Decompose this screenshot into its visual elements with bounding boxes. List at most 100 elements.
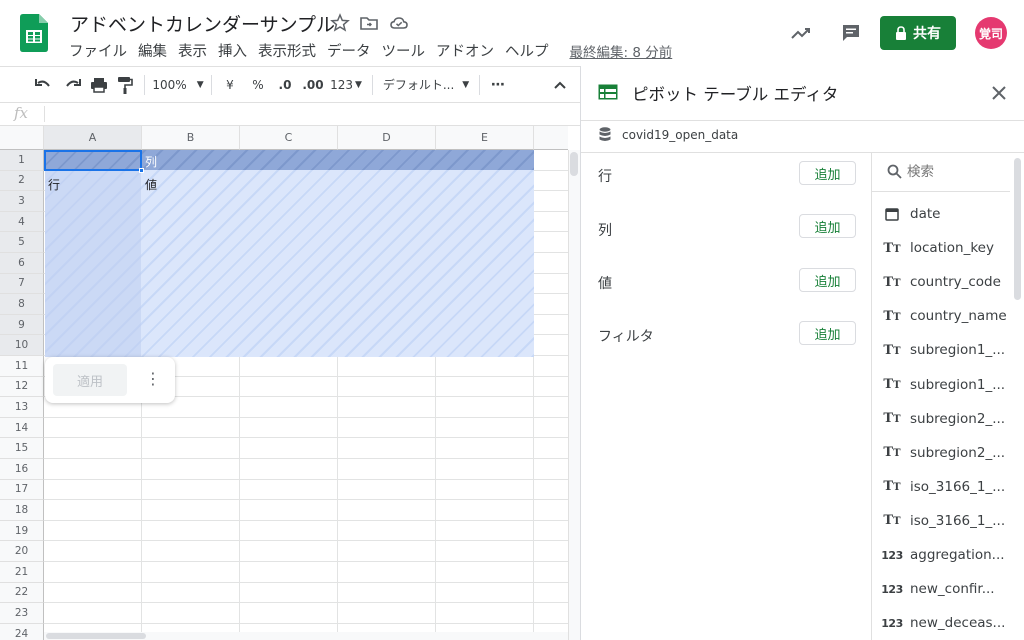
grid-horizontal-scroll-thumb[interactable] <box>46 633 146 639</box>
redo-icon[interactable] <box>62 71 84 99</box>
row-header[interactable]: 21 <box>0 562 44 583</box>
menu-view[interactable]: 表示 <box>178 40 207 61</box>
row-header[interactable]: 22 <box>0 582 44 604</box>
cell-b1[interactable]: 列 <box>145 153 157 170</box>
add-rows-button[interactable]: 追加 <box>799 161 856 185</box>
comment-history-icon[interactable] <box>840 22 862 44</box>
paint-format-icon[interactable] <box>114 71 136 99</box>
sheets-logo-icon[interactable] <box>20 14 48 52</box>
field-item[interactable]: TT location_key <box>880 235 1010 261</box>
add-columns-button[interactable]: 追加 <box>799 214 856 238</box>
field-item[interactable]: TT subregion2_... <box>880 440 1010 466</box>
close-icon[interactable] <box>990 84 1008 102</box>
field-item[interactable]: TT subregion1_... <box>880 372 1010 398</box>
row-header[interactable]: 24 <box>0 623 44 640</box>
formula-bar[interactable] <box>0 102 580 126</box>
row-header[interactable]: 18 <box>0 500 44 521</box>
document-title[interactable]: アドベントカレンダーサンプル <box>70 10 335 37</box>
apply-button[interactable]: 適用 <box>53 364 127 396</box>
more-formats-select[interactable]: 123 ▼ <box>328 71 364 99</box>
add-filters-button[interactable]: 追加 <box>799 321 856 345</box>
toolbar-divider <box>211 74 212 95</box>
row-header[interactable]: 15 <box>0 438 44 459</box>
field-list-scroll-thumb[interactable] <box>1014 158 1021 300</box>
row-header[interactable]: 11 <box>0 356 44 377</box>
menu-file[interactable]: ファイル <box>69 40 127 61</box>
cell-b2[interactable]: 値 <box>145 176 157 193</box>
column-header-d[interactable]: D <box>338 126 436 150</box>
row-header[interactable]: 10 <box>0 335 44 356</box>
field-item[interactable]: TT subregion2_... <box>880 406 1010 432</box>
add-values-button[interactable]: 追加 <box>799 268 856 292</box>
row-header[interactable]: 8 <box>0 294 44 315</box>
star-icon[interactable] <box>330 13 350 33</box>
column-header-a[interactable]: A <box>44 126 142 150</box>
cloud-saved-icon[interactable] <box>389 13 409 33</box>
field-item[interactable]: TT country_name <box>880 303 1010 329</box>
menu-help[interactable]: ヘルプ <box>505 40 549 61</box>
currency-format-button[interactable]: ¥ <box>220 71 240 99</box>
user-avatar[interactable]: 覚司 <box>975 17 1007 49</box>
menu-format[interactable]: 表示形式 <box>258 40 316 61</box>
menu-edit[interactable]: 編集 <box>138 40 167 61</box>
percent-format-button[interactable]: % <box>248 71 268 99</box>
column-header-e[interactable]: E <box>436 126 534 150</box>
field-item[interactable]: 123 new_deceas... <box>880 610 1010 636</box>
fields-divider <box>871 153 872 640</box>
menu-bar: ファイル 編集 表示 挿入 表示形式 データ ツール アドオン ヘルプ 最終編集… <box>69 40 683 61</box>
share-button[interactable]: 共有 <box>880 16 956 50</box>
field-item[interactable]: TT subregion1_... <box>880 337 1010 363</box>
grid-vertical-scrollbar[interactable] <box>568 150 580 640</box>
row-header[interactable]: 6 <box>0 253 44 274</box>
decrease-decimal-button[interactable]: .0 <box>274 71 296 99</box>
more-icon[interactable]: ⋯ <box>488 71 508 99</box>
row-header[interactable]: 4 <box>0 211 44 233</box>
row-header[interactable]: 3 <box>0 191 44 212</box>
row-header[interactable]: 5 <box>0 232 44 253</box>
cell-a2[interactable]: 行 <box>48 176 60 193</box>
more-vert-icon[interactable]: ⋮ <box>145 369 161 391</box>
font-select[interactable]: デフォルト... ▼ <box>381 71 471 99</box>
print-icon[interactable] <box>88 71 110 99</box>
field-item[interactable]: TT iso_3166_1_... <box>880 508 1010 534</box>
field-item[interactable]: TT country_code <box>880 269 1010 295</box>
row-header[interactable]: 2 <box>0 170 44 192</box>
column-header-c[interactable]: C <box>240 126 338 150</box>
select-all-corner[interactable] <box>0 126 44 150</box>
last-edit-link[interactable]: 最終編集: 8 分前 <box>570 41 673 61</box>
row-header[interactable]: 16 <box>0 459 44 480</box>
row-header[interactable]: 9 <box>0 314 44 336</box>
row-header[interactable]: 12 <box>0 376 44 398</box>
menu-insert[interactable]: 挿入 <box>218 40 247 61</box>
column-header-f[interactable] <box>534 126 568 150</box>
field-item[interactable]: TT iso_3166_1_... <box>880 474 1010 500</box>
field-search-input[interactable] <box>907 162 1002 182</box>
field-item[interactable]: date <box>880 201 1010 227</box>
collapse-menu-icon[interactable] <box>550 71 570 99</box>
zoom-select[interactable]: 100% ▼ <box>152 71 203 99</box>
row-header[interactable]: 23 <box>0 603 44 624</box>
undo-icon[interactable] <box>32 71 54 99</box>
row-header[interactable]: 14 <box>0 417 44 439</box>
row-header[interactable]: 13 <box>0 397 44 418</box>
move-folder-icon[interactable] <box>359 13 379 33</box>
field-item[interactable]: 123 aggregation... <box>880 542 1010 568</box>
data-source-name[interactable]: covid19_open_data <box>622 128 738 142</box>
filters-section-label: フィルタ <box>598 329 654 345</box>
menu-tools[interactable]: ツール <box>382 40 426 61</box>
activity-dashboard-icon[interactable] <box>790 22 812 44</box>
fill-handle[interactable] <box>139 168 144 173</box>
row-header[interactable]: 19 <box>0 520 44 542</box>
grid-vertical-scroll-thumb[interactable] <box>570 152 578 176</box>
columns-section-label: 列 <box>598 223 612 239</box>
menu-data[interactable]: データ <box>327 40 371 61</box>
row-header[interactable]: 7 <box>0 273 44 295</box>
row-header[interactable]: 17 <box>0 479 44 501</box>
field-item[interactable]: 123 new_confir... <box>880 576 1010 602</box>
row-header[interactable]: 20 <box>0 541 44 562</box>
increase-decimal-button[interactable]: .00 <box>300 71 326 99</box>
row-header[interactable]: 1 <box>0 150 44 171</box>
lock-icon <box>896 26 906 40</box>
column-header-b[interactable]: B <box>142 126 240 150</box>
menu-addons[interactable]: アドオン <box>436 40 494 61</box>
